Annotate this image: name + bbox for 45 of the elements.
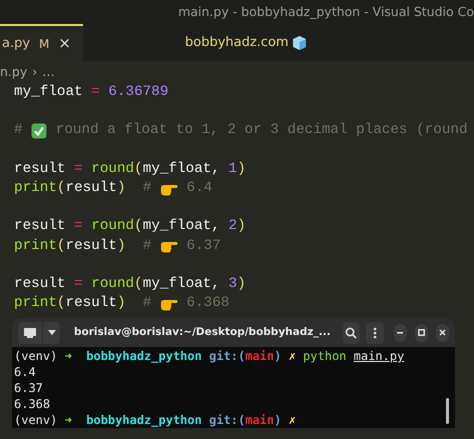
terminal-icon bbox=[24, 328, 36, 338]
breadcrumb-item[interactable]: … bbox=[42, 62, 55, 82]
editor-tab[interactable]: a.py M × bbox=[0, 24, 83, 61]
terminal-line: 6.368 bbox=[14, 396, 50, 412]
search-button[interactable] bbox=[342, 322, 360, 344]
code-text: 6.368 bbox=[185, 294, 230, 314]
code-text: print(result) # bbox=[14, 294, 152, 314]
code-text: print(result) # bbox=[14, 236, 152, 256]
terminal-title: borislav@borislav:~/Desktop/bobbyhadz_... bbox=[74, 324, 331, 340]
check-mark-icon bbox=[31, 122, 48, 139]
maximize-button[interactable] bbox=[414, 324, 428, 342]
kebab-menu-icon bbox=[372, 326, 377, 338]
code-text: my_float = 6.36789 bbox=[14, 83, 168, 102]
site-label: bobbyhadz.com bbox=[184, 34, 289, 52]
window-title: main.py - bobbyhadz_python - Visual Studio Co bbox=[178, 2, 474, 21]
minimize-icon bbox=[397, 332, 404, 334]
code-text: result = round(my_float, 3) bbox=[14, 274, 246, 294]
search-icon bbox=[345, 326, 358, 338]
code-text: # bbox=[14, 121, 24, 140]
terminal-line: (venv) ➜ bobbyhadz_python git:(main) ✗ bbox=[14, 412, 296, 428]
code-text: result = round(my_float, 2) bbox=[14, 217, 246, 236]
code-text: 6.37 bbox=[185, 236, 221, 256]
close-icon[interactable]: × bbox=[58, 32, 71, 55]
code-text: print(result) # bbox=[14, 178, 152, 198]
terminal-line: (venv) ➜ bobbyhadz_python git:(main) ✗ python main.py bbox=[14, 348, 404, 364]
code-text: result = round(my_float, 1) bbox=[14, 160, 246, 179]
scrollbar[interactable] bbox=[446, 398, 449, 424]
code-text: 6.4 bbox=[185, 178, 212, 198]
code-text: round a float to 1, 2 or 3 decimal places (round bbox=[54, 121, 468, 140]
cube-icon bbox=[292, 34, 307, 50]
tab-label: a.py bbox=[2, 34, 30, 53]
maximize-icon bbox=[418, 329, 425, 336]
terminal-line: 6.4 bbox=[14, 364, 36, 380]
terminal-line: 6.37 bbox=[14, 380, 43, 396]
close-button[interactable] bbox=[436, 324, 450, 342]
minimize-button[interactable] bbox=[394, 324, 407, 342]
dropdown-button[interactable] bbox=[42, 322, 60, 344]
menu-button[interactable] bbox=[366, 322, 384, 344]
breadcrumb-item[interactable]: › bbox=[32, 62, 38, 82]
breadcrumb-item[interactable]: n.py bbox=[0, 62, 28, 82]
modified-label: M bbox=[39, 36, 50, 52]
close-icon bbox=[438, 329, 446, 336]
new-tab-button[interactable] bbox=[18, 322, 42, 344]
caret-icon bbox=[48, 330, 56, 335]
pointing-hand-icon bbox=[160, 239, 178, 254]
